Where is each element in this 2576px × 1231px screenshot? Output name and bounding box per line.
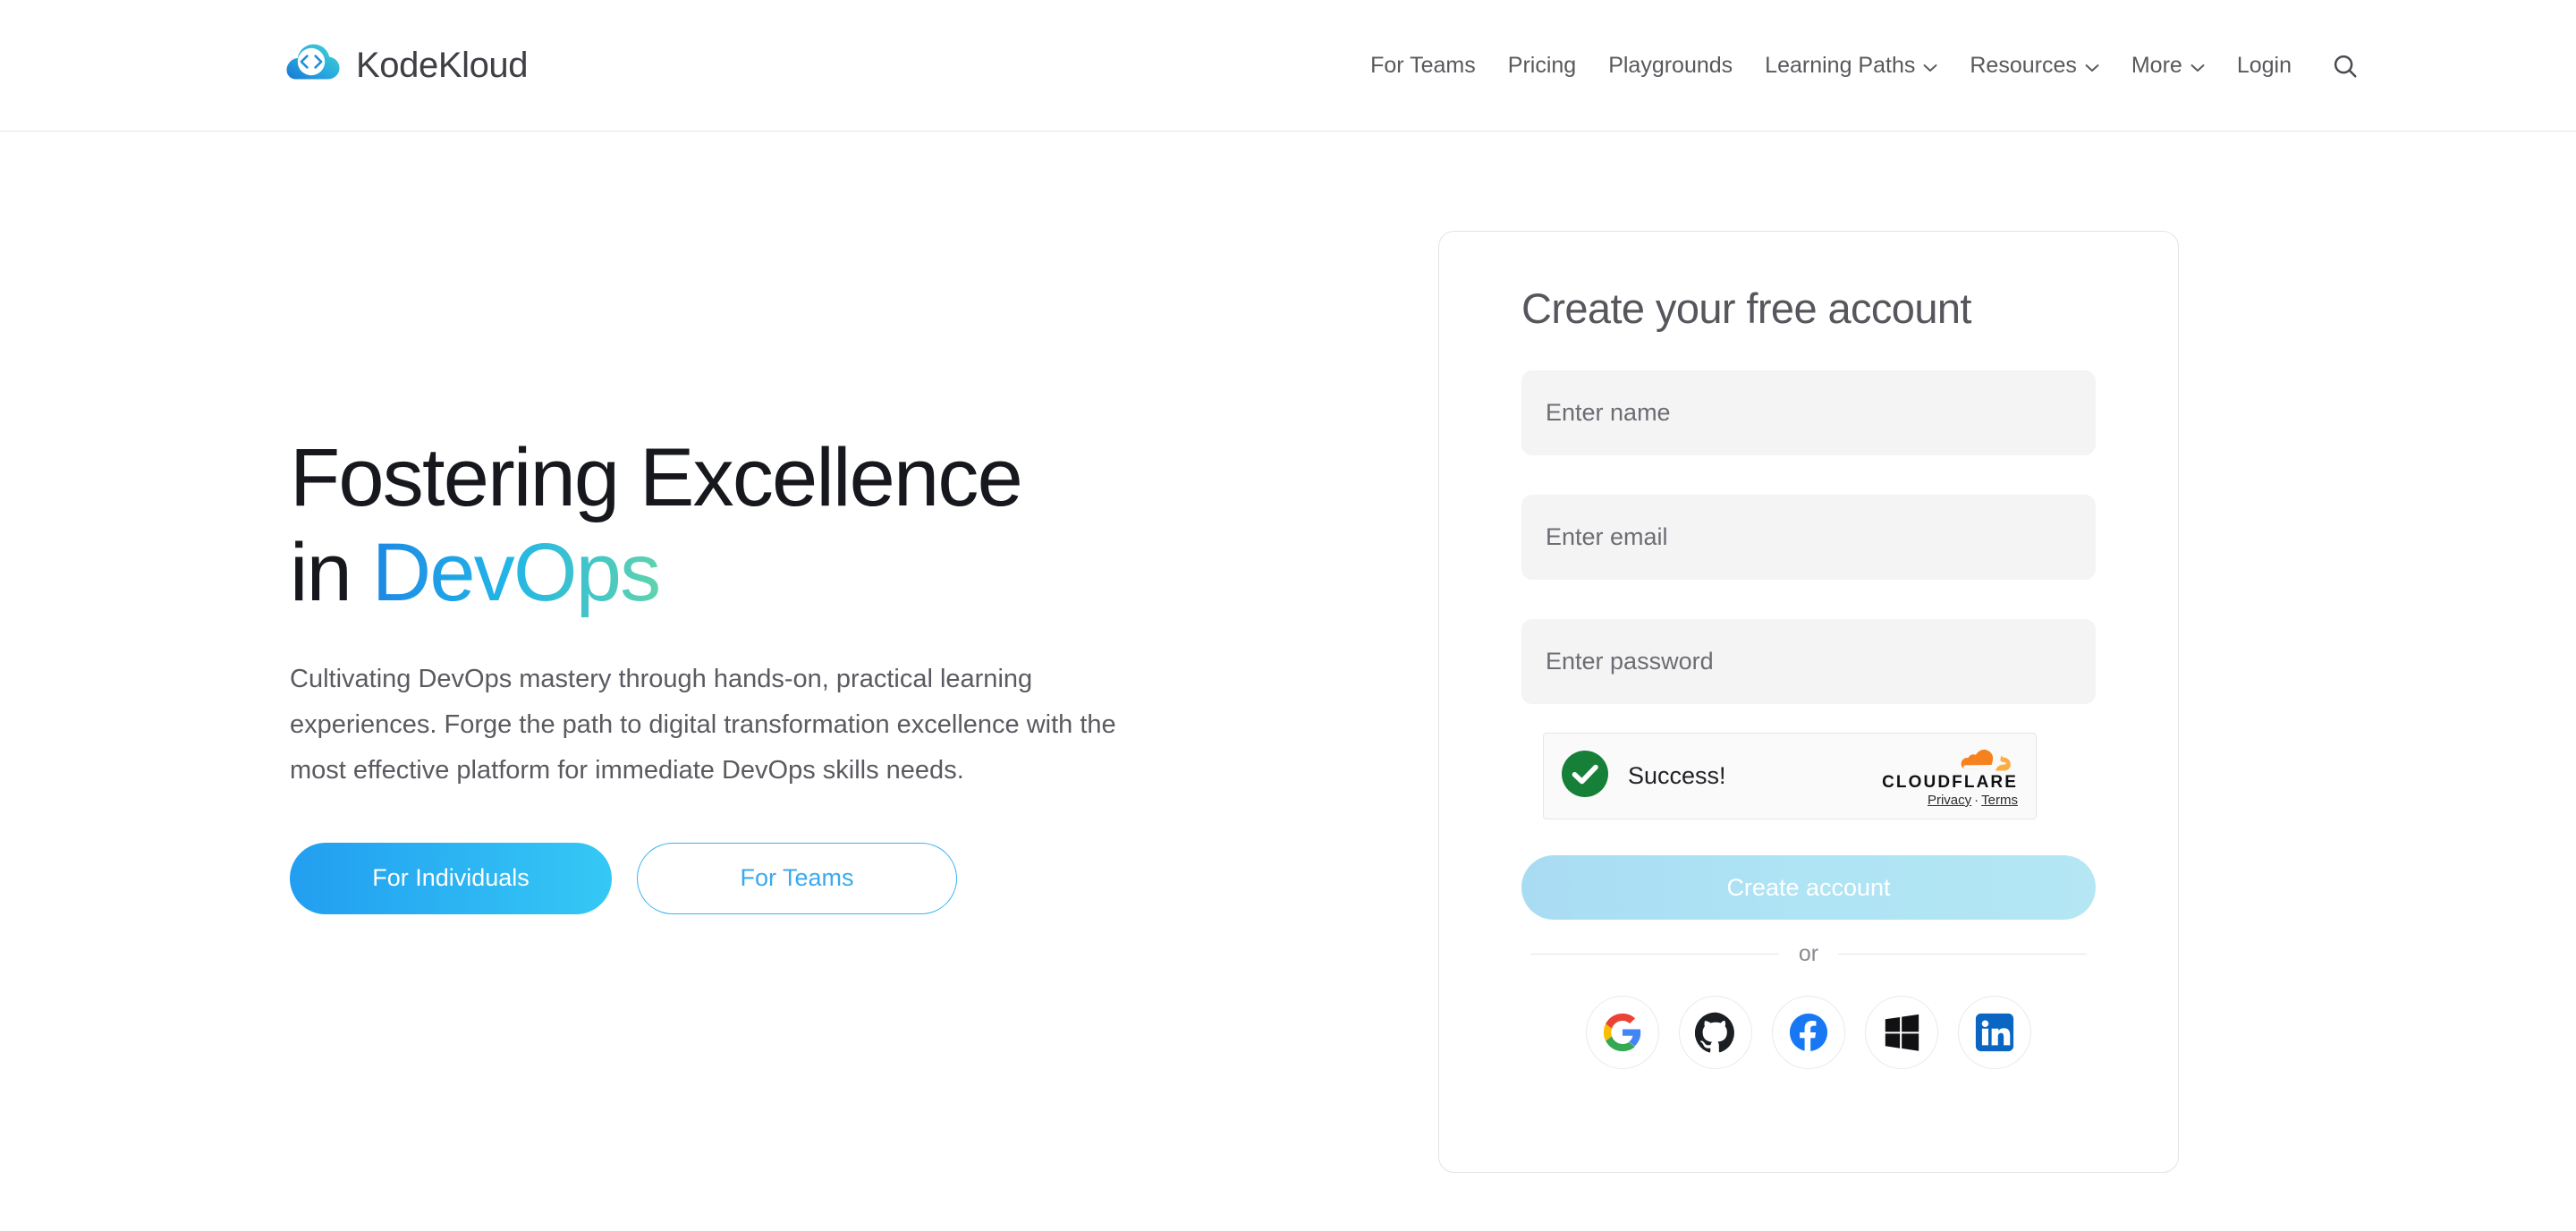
github-icon bbox=[1695, 1012, 1736, 1053]
hero-cta-group: For Individuals For Teams bbox=[290, 842, 1184, 914]
email-field[interactable] bbox=[1521, 495, 2096, 580]
google-icon bbox=[1602, 1012, 1643, 1053]
linkedin-icon bbox=[1974, 1012, 2015, 1053]
microsoft-signin-button[interactable] bbox=[1865, 996, 1938, 1069]
hero-section: Fostering Excellence in DevOps Cultivati… bbox=[290, 431, 1184, 914]
nav-item-label: Login bbox=[2236, 53, 2292, 78]
google-signin-button[interactable] bbox=[1586, 996, 1659, 1069]
cloudflare-turnstile-widget[interactable]: Success! CLOUDFLARE Privacy · Terms bbox=[1543, 733, 2037, 819]
turnstile-links: Privacy · Terms bbox=[1882, 794, 2018, 807]
page-content: Fostering Excellence in DevOps Cultivati… bbox=[0, 132, 2576, 1231]
cloudflare-terms-link[interactable]: Terms bbox=[1981, 793, 2018, 808]
microsoft-icon bbox=[1881, 1012, 1922, 1053]
nav-item-label: Pricing bbox=[1507, 53, 1577, 78]
nav-item-label: Playgrounds bbox=[1608, 53, 1733, 78]
cloudflare-cloud-icon bbox=[1882, 745, 2018, 772]
hero-subtitle: Cultivating DevOps mastery through hands… bbox=[290, 664, 1116, 785]
divider-line-left bbox=[1530, 954, 1779, 955]
search-icon[interactable] bbox=[2326, 47, 2365, 86]
chevron-down-icon bbox=[2085, 60, 2099, 72]
nav-item-label: More bbox=[2131, 53, 2182, 78]
brand-logo-link[interactable]: KodeKloud bbox=[283, 36, 529, 95]
divider: or bbox=[1521, 941, 2096, 967]
divider-line-right bbox=[1838, 954, 2088, 955]
name-field[interactable] bbox=[1521, 370, 2096, 455]
divider-label: or bbox=[1798, 941, 1819, 966]
linkedin-signin-button[interactable] bbox=[1958, 996, 2031, 1069]
nav-item-label: Resources bbox=[1970, 53, 2077, 78]
signup-card: Create your free account Success! bbox=[1438, 231, 2179, 1173]
nav-item-label: For Teams bbox=[1370, 53, 1476, 78]
nav-item-label: Learning Paths bbox=[1765, 53, 1916, 78]
for-individuals-button[interactable]: For Individuals bbox=[290, 842, 612, 914]
main-navigation: For Teams Pricing Playgrounds Learning P… bbox=[1354, 0, 2365, 132]
nav-item-login[interactable]: Login bbox=[2221, 53, 2308, 79]
page-title: Fostering Excellence in DevOps bbox=[290, 431, 1184, 621]
site-header: KodeKloud For Teams Pricing Playgrounds … bbox=[0, 0, 2576, 132]
nav-item-pricing[interactable]: Pricing bbox=[1492, 53, 1592, 79]
github-signin-button[interactable] bbox=[1679, 996, 1752, 1069]
for-teams-button[interactable]: For Teams bbox=[637, 842, 957, 914]
brand-name: KodeKloud bbox=[356, 45, 529, 85]
green-check-circle-icon bbox=[1562, 751, 1608, 802]
turnstile-status-text: Success! bbox=[1628, 762, 1726, 789]
social-login-group bbox=[1521, 996, 2096, 1069]
chevron-down-icon bbox=[2190, 60, 2205, 72]
kodekloud-cloud-code-logo-icon bbox=[283, 36, 342, 95]
cloudflare-wordmark: CLOUDFLARE bbox=[1882, 773, 2018, 792]
hero-title-line-2-prefix: in bbox=[290, 526, 372, 618]
create-account-button[interactable]: Create account bbox=[1521, 855, 2096, 920]
chevron-down-icon bbox=[1923, 60, 1937, 72]
turnstile-link-separator: · bbox=[1974, 793, 1979, 808]
password-field[interactable] bbox=[1521, 619, 2096, 704]
cloudflare-privacy-link[interactable]: Privacy bbox=[1928, 793, 1971, 808]
hero-title-line-1: Fostering Excellence bbox=[290, 432, 1023, 523]
facebook-signin-button[interactable] bbox=[1772, 996, 1845, 1069]
facebook-icon bbox=[1788, 1012, 1829, 1053]
nav-item-for-teams[interactable]: For Teams bbox=[1354, 53, 1492, 79]
nav-item-more[interactable]: More bbox=[2115, 53, 2221, 79]
cloudflare-brand: CLOUDFLARE Privacy · Terms bbox=[1882, 745, 2018, 807]
nav-item-playgrounds[interactable]: Playgrounds bbox=[1592, 53, 1749, 79]
hero-title-accent: DevOps bbox=[371, 526, 661, 618]
nav-item-resources[interactable]: Resources bbox=[1953, 53, 2115, 79]
signup-card-title: Create your free account bbox=[1521, 284, 1971, 332]
nav-item-learning-paths[interactable]: Learning Paths bbox=[1749, 53, 1953, 79]
